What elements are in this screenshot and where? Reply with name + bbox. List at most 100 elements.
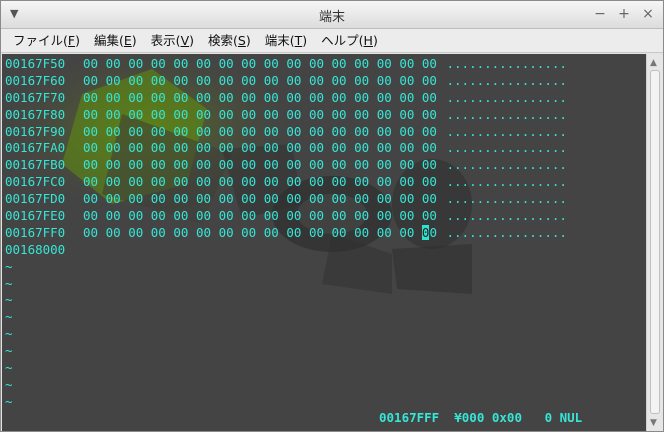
close-icon[interactable]: ×: [639, 5, 657, 23]
byte-cell[interactable]: 00: [377, 56, 400, 73]
byte-cell[interactable]: 00: [354, 191, 377, 208]
byte-cell[interactable]: 00: [309, 140, 332, 157]
byte-cell[interactable]: 00: [286, 208, 309, 225]
byte-cell[interactable]: 00: [332, 73, 355, 90]
terminal-view[interactable]: 00167F50 00 00 00 00 00 00 00 00 00 00 00 00 00 00 00 00…: [2, 54, 646, 431]
byte-cell[interactable]: 00: [264, 56, 287, 73]
minimize-icon[interactable]: −: [591, 5, 609, 23]
byte-cell[interactable]: 00: [377, 191, 400, 208]
byte-cell[interactable]: 00: [196, 56, 219, 73]
byte-cell[interactable]: 00: [264, 124, 287, 141]
byte-cell[interactable]: 00: [219, 191, 242, 208]
byte-cell[interactable]: 00: [377, 107, 400, 124]
byte-cell[interactable]: 00: [422, 157, 445, 174]
byte-cell[interactable]: 00: [332, 140, 355, 157]
byte-cell[interactable]: 00: [219, 208, 242, 225]
byte-cell[interactable]: 00: [128, 124, 151, 141]
byte-cell[interactable]: 00: [421, 224, 445, 242]
byte-cell[interactable]: 00: [128, 90, 151, 107]
byte-cell[interactable]: 00: [151, 225, 174, 242]
byte-cell[interactable]: 00: [309, 208, 332, 225]
byte-cell[interactable]: 00: [241, 73, 264, 90]
byte-cell[interactable]: 00: [286, 140, 309, 157]
byte-cell[interactable]: 00: [241, 191, 264, 208]
byte-cell[interactable]: 00: [196, 157, 219, 174]
byte-cell[interactable]: 00: [422, 208, 445, 225]
byte-cell[interactable]: 00: [399, 90, 422, 107]
byte-cell[interactable]: 00: [106, 90, 129, 107]
byte-cell[interactable]: 00: [196, 140, 219, 157]
byte-cell[interactable]: 00: [106, 174, 129, 191]
byte-cell[interactable]: 00: [332, 157, 355, 174]
scroll-up-icon[interactable]: ▲: [650, 58, 657, 68]
byte-cell[interactable]: 00: [173, 56, 196, 73]
byte-cell[interactable]: 00: [422, 107, 445, 124]
byte-cell[interactable]: 00: [151, 73, 174, 90]
byte-cell[interactable]: 00: [151, 56, 174, 73]
byte-cell[interactable]: 00: [354, 140, 377, 157]
byte-cell[interactable]: 00: [83, 191, 106, 208]
byte-cell[interactable]: 00: [83, 157, 106, 174]
byte-cell[interactable]: 00: [399, 107, 422, 124]
byte-cell[interactable]: 00: [196, 90, 219, 107]
byte-cell[interactable]: 00: [354, 208, 377, 225]
byte-cell[interactable]: 00: [354, 225, 377, 242]
byte-cell[interactable]: 00: [377, 225, 400, 242]
byte-cell[interactable]: 00: [128, 225, 151, 242]
byte-cell[interactable]: 00: [286, 225, 309, 242]
byte-cell[interactable]: 00: [241, 208, 264, 225]
byte-cell[interactable]: 00: [241, 157, 264, 174]
byte-cell[interactable]: 00: [151, 107, 174, 124]
byte-cell[interactable]: 00: [241, 56, 264, 73]
byte-cell[interactable]: 00: [173, 107, 196, 124]
byte-cell[interactable]: 00: [309, 124, 332, 141]
byte-cell[interactable]: 00: [196, 107, 219, 124]
byte-cell[interactable]: 00: [241, 140, 264, 157]
byte-cell[interactable]: 00: [264, 107, 287, 124]
byte-cell[interactable]: 00: [332, 225, 355, 242]
byte-cell[interactable]: 00: [309, 225, 332, 242]
byte-cell[interactable]: 00: [377, 157, 400, 174]
byte-cell[interactable]: 00: [106, 191, 129, 208]
byte-cell[interactable]: 00: [219, 174, 242, 191]
byte-cell[interactable]: 00: [128, 191, 151, 208]
menu-item-s[interactable]: 検索(S): [201, 31, 258, 51]
byte-cell[interactable]: 00: [399, 174, 422, 191]
byte-cell[interactable]: 00: [354, 157, 377, 174]
byte-cell[interactable]: 00: [106, 140, 129, 157]
byte-cell[interactable]: 00: [332, 208, 355, 225]
byte-cell[interactable]: 00: [196, 191, 219, 208]
byte-cell[interactable]: 00: [219, 90, 242, 107]
byte-cell[interactable]: 00: [83, 56, 106, 73]
byte-cell[interactable]: 00: [354, 107, 377, 124]
byte-cell[interactable]: 00: [399, 208, 422, 225]
byte-cell[interactable]: 00: [399, 191, 422, 208]
byte-cell[interactable]: 00: [264, 157, 287, 174]
byte-cell[interactable]: 00: [128, 208, 151, 225]
byte-cell[interactable]: 00: [219, 157, 242, 174]
byte-cell[interactable]: 00: [219, 140, 242, 157]
byte-cell[interactable]: 00: [377, 90, 400, 107]
byte-cell[interactable]: 00: [309, 191, 332, 208]
byte-cell[interactable]: 00: [106, 107, 129, 124]
byte-cell[interactable]: 00: [173, 208, 196, 225]
byte-cell[interactable]: 00: [286, 191, 309, 208]
byte-cell[interactable]: 00: [106, 208, 129, 225]
byte-cell[interactable]: 00: [309, 56, 332, 73]
byte-cell[interactable]: 00: [377, 208, 400, 225]
byte-cell[interactable]: 00: [83, 124, 106, 141]
byte-cell[interactable]: 00: [422, 191, 445, 208]
byte-cell[interactable]: 00: [173, 225, 196, 242]
byte-cell[interactable]: 00: [399, 157, 422, 174]
maximize-icon[interactable]: +: [615, 5, 633, 23]
byte-cell[interactable]: 00: [241, 107, 264, 124]
byte-cell[interactable]: 00: [377, 124, 400, 141]
byte-cell[interactable]: 00: [173, 140, 196, 157]
byte-cell[interactable]: 00: [219, 225, 242, 242]
byte-cell[interactable]: 00: [377, 73, 400, 90]
scroll-thumb[interactable]: [650, 70, 660, 414]
byte-cell[interactable]: 00: [219, 56, 242, 73]
byte-cell[interactable]: 00: [422, 140, 445, 157]
byte-cell[interactable]: 00: [309, 157, 332, 174]
byte-cell[interactable]: 00: [354, 56, 377, 73]
